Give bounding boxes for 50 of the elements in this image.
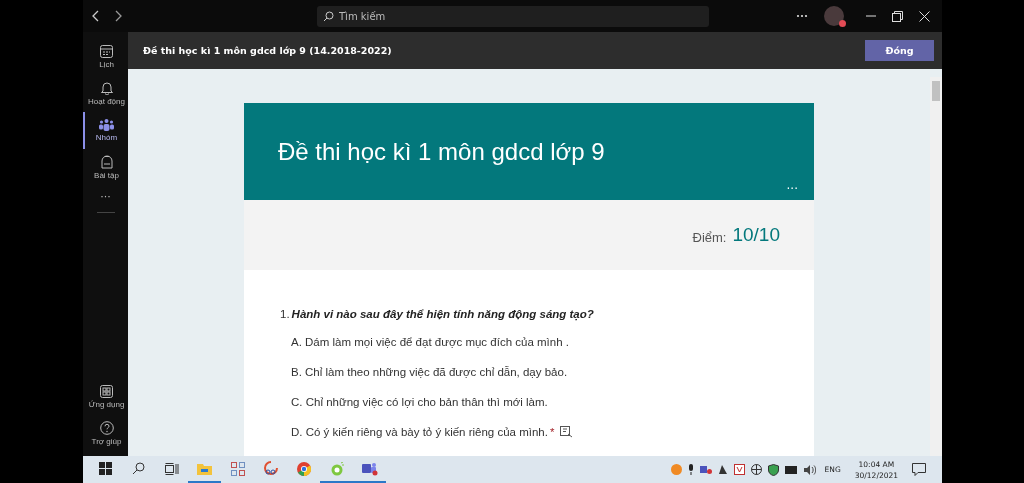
required-mark: * — [549, 426, 555, 438]
people-icon — [99, 119, 114, 131]
apps-icon — [100, 384, 113, 398]
rail-item[interactable]: Bài tập — [83, 149, 128, 186]
form-title: Đề thi học kì 1 môn gdcd lớp 9 — [278, 137, 605, 166]
question-text: Hành vi nào sau đây thể hiện tính năng động sáng tạo? — [291, 308, 594, 320]
microphone-icon[interactable] — [687, 464, 694, 475]
more-button[interactable]: ··· — [786, 182, 798, 197]
score-label: Điểm: — [692, 229, 727, 245]
start-icon[interactable] — [99, 462, 112, 475]
teams-tray-icon[interactable] — [699, 464, 712, 475]
help-icon — [99, 421, 114, 435]
browser-icon[interactable] — [296, 461, 311, 476]
answer-option: A. Dám làm mọi việc để đạt được mục đích của mình . — [291, 336, 569, 348]
globe-icon[interactable] — [750, 464, 762, 475]
calendar-icon — [100, 44, 113, 58]
answer-option: C. Chỉ những việc có lợi cho bản thân thì mới làm. — [291, 396, 548, 408]
page-title: Đề thi học kì 1 môn gdcd lớp 9 (14.2018-2022) — [143, 45, 392, 56]
reader-icon[interactable] — [560, 426, 574, 438]
rail-item[interactable]: Lịch — [83, 38, 128, 75]
more-apps[interactable]: ··· — [100, 190, 111, 203]
bell-icon — [100, 81, 113, 95]
v-logo-icon[interactable] — [733, 464, 745, 475]
rail-item[interactable]: Ứng dụng — [83, 378, 128, 415]
answer-option: B. Chỉ làm theo những việc đã được chỉ dẫn, dạy bảo. — [291, 366, 568, 378]
scrollbar[interactable] — [930, 77, 942, 456]
close-button[interactable]: Đóng — [865, 40, 934, 61]
shield-icon[interactable] — [767, 463, 779, 476]
avatar[interactable] — [824, 6, 844, 26]
restore-icon[interactable] — [892, 10, 903, 22]
question-number: 1. — [280, 308, 290, 320]
scissors-icon[interactable] — [263, 461, 278, 476]
battery-icon[interactable] — [784, 465, 798, 474]
back-icon[interactable] — [92, 10, 100, 22]
search-field[interactable]: Tìm kiếm — [317, 5, 709, 27]
score-value: 10/10 — [732, 224, 780, 247]
backpack-icon — [100, 155, 113, 169]
folder-icon[interactable] — [197, 462, 212, 475]
app-grid-icon[interactable] — [230, 461, 245, 476]
search-icon[interactable] — [132, 462, 145, 475]
forward-icon[interactable] — [114, 10, 122, 22]
answer-option: D. Có ý kiến riêng và bày tỏ ý kiến riêng của mình. — [291, 426, 548, 438]
notification-icon[interactable] — [912, 463, 926, 476]
more-icon[interactable] — [796, 14, 808, 18]
close-icon[interactable] — [919, 10, 930, 22]
teams-icon[interactable] — [361, 461, 378, 476]
task-view-icon[interactable] — [164, 462, 179, 475]
speaker-icon[interactable] — [803, 464, 816, 475]
rail-item[interactable]: Hoạt động — [83, 75, 128, 112]
rail-item[interactable]: Trợ giúp — [83, 415, 128, 452]
